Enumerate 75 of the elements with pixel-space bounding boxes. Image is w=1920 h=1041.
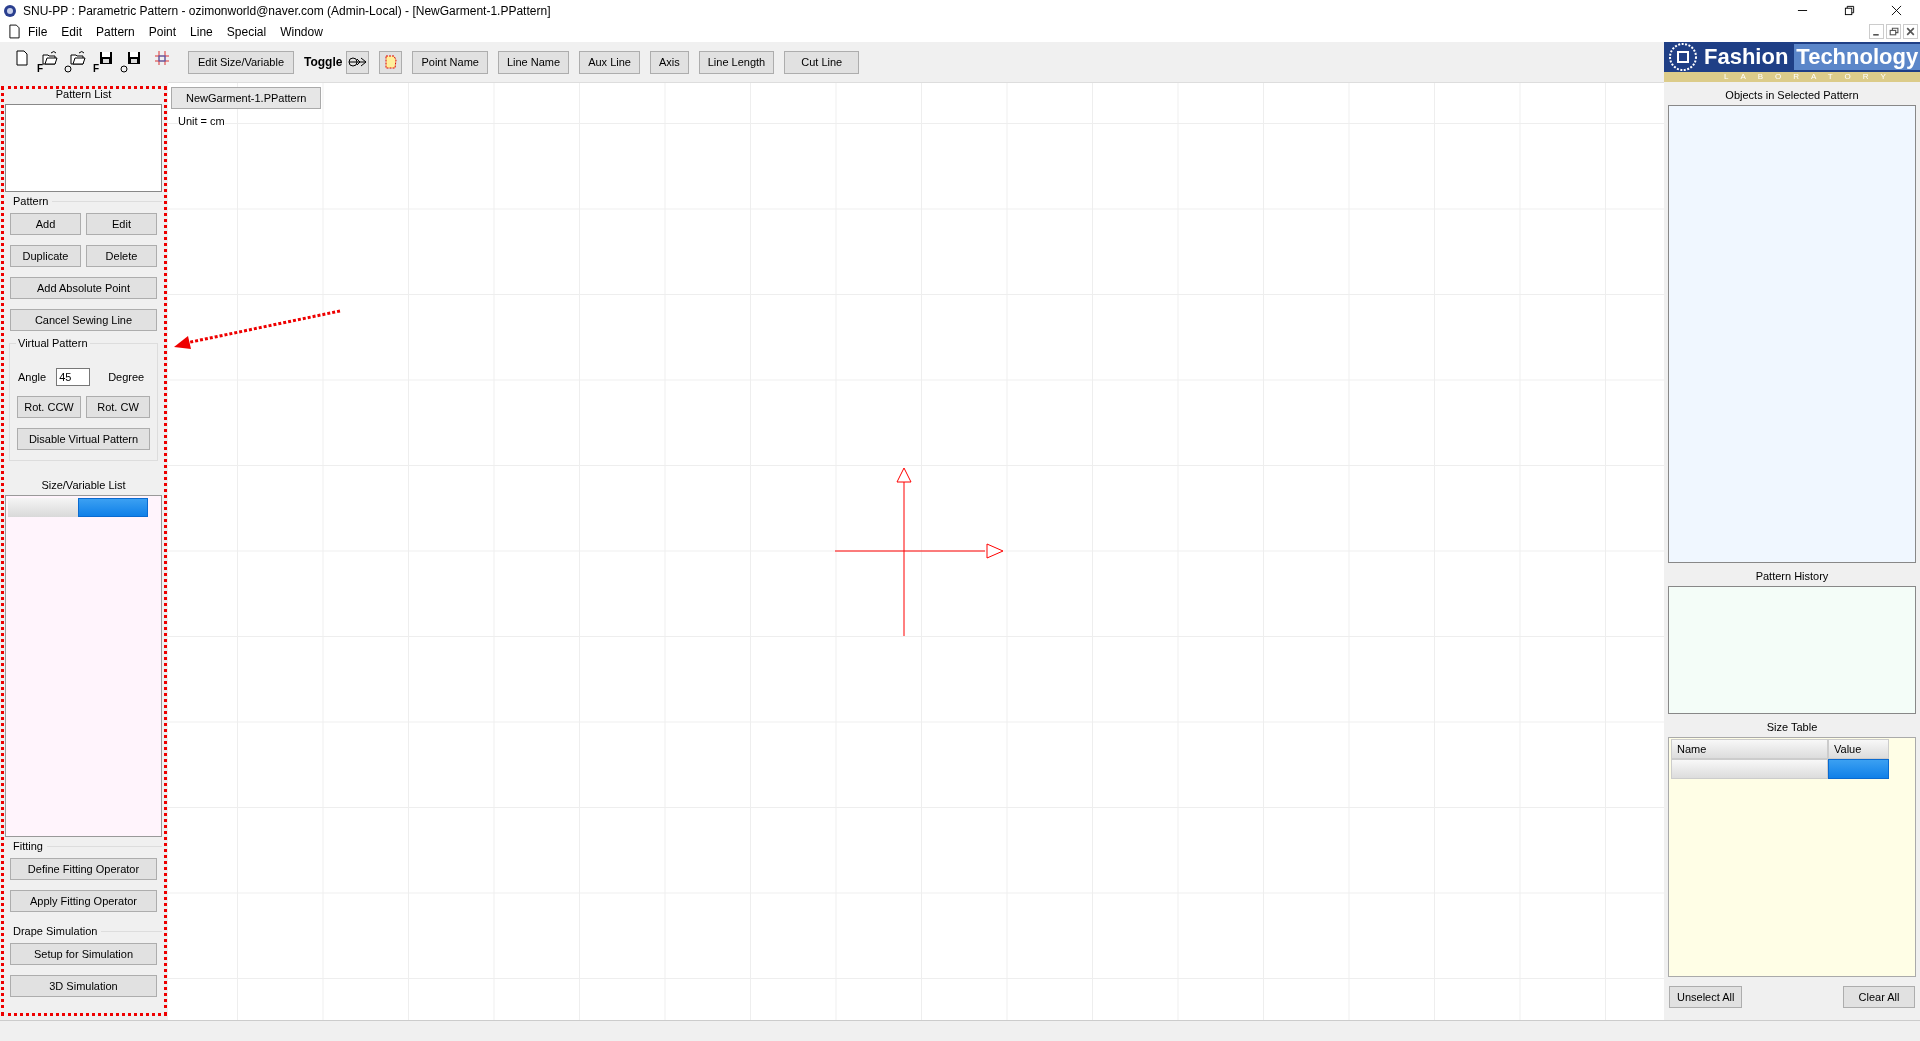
toolbar-button[interactable]: Line Name (497, 50, 570, 74)
restore-icon[interactable] (1844, 5, 1855, 16)
group-label: Virtual Pattern (16, 337, 90, 349)
panel-title: Pattern History (1754, 569, 1830, 584)
save-icon[interactable] (126, 50, 142, 66)
toolbar-button[interactable]: Point Name (412, 50, 488, 74)
panel-button[interactable]: Delete (86, 245, 157, 267)
grid-icon[interactable] (154, 50, 170, 66)
pattern-list[interactable] (5, 104, 162, 192)
panel-title: Size Table (1765, 720, 1819, 735)
toolbar-button[interactable]: Axis (649, 50, 689, 74)
selected-cell[interactable] (78, 498, 148, 517)
angle-field[interactable]: 45 (56, 368, 91, 386)
size-table[interactable]: Name Value (1668, 737, 1916, 977)
document-tab[interactable]: NewGarment-1.PPattern (171, 87, 322, 109)
open-folder-icon[interactable] (42, 50, 58, 66)
rotate-button[interactable]: Rot. CCW (17, 396, 81, 418)
toggle-button[interactable] (346, 50, 370, 74)
open-folder-icon[interactable] (70, 50, 86, 66)
menu-item[interactable]: File (28, 24, 48, 39)
save-icon[interactable] (98, 50, 114, 66)
toolbar-button[interactable]: Aux Line (579, 50, 640, 74)
menu-item[interactable]: Pattern (96, 24, 135, 39)
panel-button[interactable]: Clear All (1843, 986, 1915, 1008)
group-label: Drape Simulation (12, 925, 98, 937)
panel-button[interactable]: Unselect All (1669, 986, 1743, 1008)
menu-item[interactable]: Edit (61, 24, 83, 39)
panel-button[interactable]: Duplicate (10, 245, 81, 267)
panel-title: Size/Variable List (40, 478, 127, 493)
angle-label: Angle (18, 371, 47, 383)
panel-button[interactable]: Setup for Simulation (10, 943, 157, 965)
column-header[interactable]: Name (1671, 739, 1828, 759)
panel-button[interactable]: Edit (86, 213, 157, 235)
column-header[interactable]: Value (1828, 739, 1889, 759)
rotate-button[interactable]: Rot. CW (86, 396, 150, 418)
dashed-shape-icon (383, 54, 398, 70)
disable-virtual-pattern-button[interactable]: Disable Virtual Pattern (17, 428, 150, 450)
panel-button[interactable]: Add (10, 213, 81, 235)
panel-button[interactable]: Cancel Sewing Line (10, 309, 157, 331)
menu-item[interactable]: Point (148, 24, 177, 39)
panel-button[interactable]: Add Absolute Point (10, 277, 157, 299)
toolbar-button[interactable]: Cut Line (784, 50, 860, 74)
new-file-icon[interactable] (14, 50, 30, 66)
degree-label: Degree (108, 371, 145, 383)
tool-letter: F (37, 63, 44, 74)
history-list[interactable] (1668, 586, 1916, 714)
group-label: Pattern (12, 195, 49, 207)
logo-subtitle: LABORATORY (1664, 72, 1920, 82)
close-icon[interactable] (1891, 5, 1902, 16)
document-icon (9, 24, 20, 39)
menu-item[interactable]: Special (226, 24, 267, 39)
arrow-through-circle-icon (347, 55, 368, 69)
panel-title: Pattern List (54, 87, 113, 102)
toolbar-button[interactable]: Line Length (698, 50, 775, 74)
toggle-label: Toggle (304, 55, 343, 69)
panel-button[interactable]: Apply Fitting Operator (10, 890, 157, 912)
toggle-button[interactable] (379, 50, 403, 74)
app-icon (3, 3, 17, 18)
menu-item[interactable]: Window (280, 24, 323, 39)
restore-icon[interactable] (1886, 24, 1901, 39)
logo-text: Fashion (1703, 44, 1790, 70)
panel-button[interactable]: Define Fitting Operator (10, 858, 157, 880)
selected-cell[interactable] (1828, 759, 1889, 779)
group-label: Fitting (12, 840, 43, 852)
window-title: SNU-PP : Parametric Pattern - ozimonworld@naver.com (Admin-Local) - [NewGarment-1.PPattern] (23, 3, 551, 18)
edit-size-variable-button[interactable]: Edit Size/Variable (188, 50, 294, 74)
menu-item[interactable]: Line (190, 24, 213, 39)
logo-text: Technology (1794, 44, 1920, 70)
tool-letter: F (93, 63, 100, 74)
panel-button[interactable]: 3D Simulation (10, 975, 157, 997)
panel-title: Objects in Selected Pattern (1724, 88, 1860, 103)
header-cell (8, 498, 78, 517)
unit-label: Unit = cm (178, 115, 225, 127)
size-variable-list[interactable] (5, 495, 162, 837)
drawing-canvas[interactable]: NewGarment-1.PPattern Unit = cm (168, 82, 1664, 1020)
